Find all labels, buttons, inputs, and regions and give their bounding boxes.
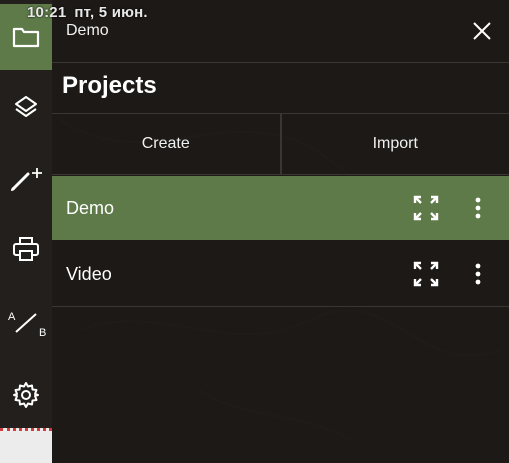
expand-icon — [413, 195, 439, 221]
gear-icon — [13, 382, 39, 408]
a-b-line-icon: A B — [8, 311, 46, 339]
projects-heading: Projects — [62, 72, 157, 99]
folder-icon — [12, 27, 40, 48]
toolbar-ab-line-button[interactable]: A B — [0, 290, 52, 356]
left-toolbar: A B — [0, 0, 52, 463]
toolbar-print-button[interactable] — [0, 216, 52, 282]
expand-button[interactable] — [413, 261, 439, 287]
project-name: Video — [66, 264, 112, 284]
close-icon — [473, 22, 491, 40]
ab-label-a: A — [8, 311, 16, 323]
toolbar-settings-button[interactable] — [0, 362, 52, 428]
more-options-button[interactable] — [468, 261, 488, 287]
status-time: 10:21 — [27, 4, 67, 21]
project-row-demo[interactable]: Demo — [52, 176, 509, 240]
expand-icon — [413, 261, 439, 287]
expand-button[interactable] — [413, 195, 439, 221]
close-button[interactable] — [469, 18, 495, 44]
status-bar: 10:21 пт, 5 июн. — [27, 4, 148, 21]
panel-header-title: Demo — [66, 22, 109, 39]
ab-label-b: B — [39, 327, 46, 339]
more-options-button[interactable] — [468, 195, 488, 221]
create-button[interactable]: Create — [52, 114, 280, 174]
toolbar-layers-button[interactable] — [0, 74, 52, 140]
project-name: Demo — [66, 198, 115, 218]
brush-add-icon — [11, 168, 42, 191]
layers-icon — [15, 96, 37, 117]
project-row-video[interactable]: Video — [52, 242, 509, 307]
more-vertical-icon — [475, 263, 481, 285]
toolbar-brush-add-button[interactable] — [0, 146, 52, 212]
map-edge-strip — [0, 428, 52, 463]
more-vertical-icon — [475, 197, 481, 219]
import-button[interactable]: Import — [279, 114, 509, 174]
project-actions: Create Import — [52, 113, 509, 175]
print-icon — [13, 237, 39, 261]
projects-panel: Demo Projects Create Import Demo Video — [52, 0, 509, 463]
status-date: пт, 5 июн. — [74, 4, 148, 21]
